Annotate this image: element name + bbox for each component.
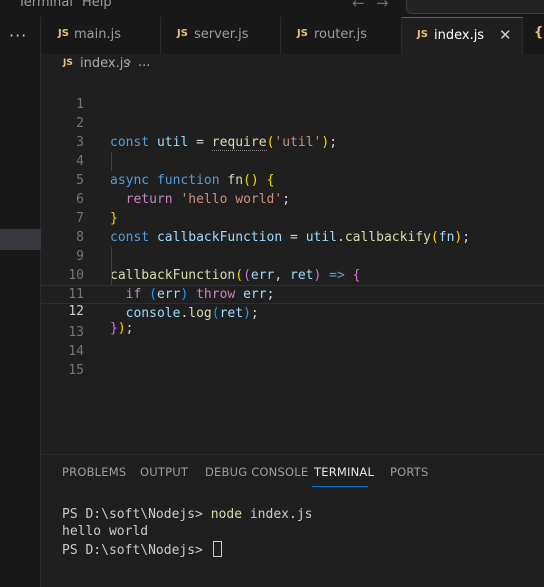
menu-terminal[interactable]: Terminal: [18, 0, 73, 10]
menu-help[interactable]: Help: [82, 0, 112, 10]
tab-main-js[interactable]: JS main.js: [41, 17, 161, 54]
sidebar: ···: [0, 17, 41, 587]
panel-tab-ports[interactable]: PORTS: [390, 465, 428, 479]
tab-partial[interactable]: {: [523, 17, 544, 54]
tab-label: server.js: [194, 27, 249, 42]
code-line: 5 return 'hello world';: [41, 152, 544, 207]
js-file-icon: JS: [63, 58, 73, 68]
js-file-icon: JS: [297, 28, 308, 39]
breadcrumb-file[interactable]: index.js: [80, 56, 130, 71]
code-line: 2 const util = require('util');: [41, 95, 544, 151]
tab-router-js[interactable]: JS router.js: [281, 17, 402, 54]
code-line: 4 async function fn() {: [41, 133, 544, 188]
active-tab-indicator: [312, 486, 368, 487]
code-editor[interactable]: 1 2 const util = require('util'); 3 4 as…: [41, 76, 544, 454]
panel-tab-output[interactable]: OUTPUT: [140, 465, 188, 479]
close-icon[interactable]: ✕: [499, 26, 512, 44]
command-center-search[interactable]: [406, 0, 544, 14]
terminal-cursor: [212, 541, 222, 557]
code-line: 10 if (err) throw err;: [41, 247, 544, 302]
code-line: 3: [41, 114, 544, 150]
tab-server-js[interactable]: JS server.js: [161, 17, 281, 54]
tab-label: index.js: [434, 28, 485, 43]
more-actions-icon[interactable]: ···: [9, 26, 27, 45]
panel-tab-debug-console[interactable]: DEBUG CONSOLE: [205, 465, 308, 479]
menu-bar: Terminal Help ← →: [0, 0, 544, 17]
terminal-prompt: PS D:\soft\Nodejs>: [62, 543, 211, 558]
chevron-right-icon: ›: [126, 54, 132, 70]
breadcrumb: JS index.js › ...: [41, 54, 544, 76]
terminal-prompt: PS D:\soft\Nodejs>: [62, 507, 211, 522]
js-file-icon: JS: [177, 28, 188, 39]
code-line: 14: [41, 323, 544, 359]
code-line: 1: [41, 76, 544, 112]
json-file-icon: {: [534, 25, 544, 40]
code-line: 15: [41, 342, 544, 378]
bottom-panel: PROBLEMS OUTPUT DEBUG CONSOLE TERMINAL P…: [41, 454, 544, 587]
terminal-command: node: [210, 507, 243, 522]
code-line: 7 const callbackFunction = util.callback…: [41, 190, 544, 245]
editor-tab-bar: JS main.js JS server.js JS router.js JS …: [41, 17, 544, 54]
line-number: 15: [68, 363, 84, 378]
terminal-args: index.js: [242, 507, 313, 522]
breadcrumb-symbols[interactable]: ...: [138, 55, 150, 70]
tab-label: router.js: [314, 27, 368, 42]
js-file-icon: JS: [58, 28, 69, 39]
terminal-line: PS D:\soft\Nodejs> node index.js: [62, 507, 312, 522]
sidebar-selected-item[interactable]: [0, 229, 41, 250]
tab-index-js[interactable]: JS index.js ✕: [402, 17, 523, 54]
indent-guide: [111, 247, 112, 285]
code-line: 11 console.log(ret);: [41, 266, 544, 321]
back-arrow-icon[interactable]: ←: [352, 0, 365, 12]
terminal-line[interactable]: PS D:\soft\Nodejs>: [62, 541, 222, 558]
code-line: 8: [41, 209, 544, 245]
panel-tab-terminal[interactable]: TERMINAL: [314, 465, 374, 479]
code-line: 6 }: [41, 171, 544, 226]
panel-tab-problems[interactable]: PROBLEMS: [62, 465, 126, 479]
indent-guide: [111, 152, 112, 171]
code-line-current: 12 });: [41, 285, 544, 336]
code-line: 9 callbackFunction((err, ret) => {: [41, 228, 544, 283]
code-line: 13: [41, 304, 544, 340]
forward-arrow-icon[interactable]: →: [376, 0, 389, 12]
tab-label: main.js: [74, 27, 121, 42]
terminal-output: hello world: [62, 524, 149, 539]
js-file-icon: JS: [417, 29, 428, 40]
